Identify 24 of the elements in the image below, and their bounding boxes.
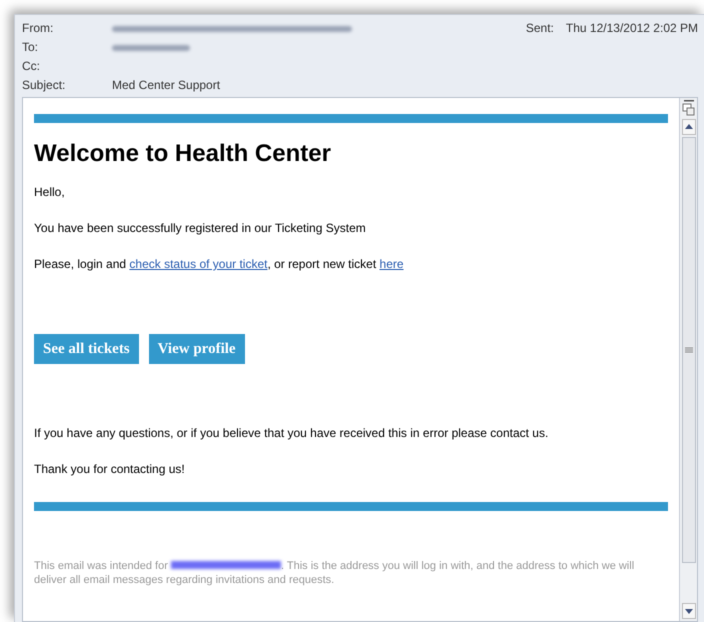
grip-icon (684, 347, 692, 353)
greeting-text: Hello, (34, 184, 66, 201)
thanks-text: Thank you for contacting us! (34, 461, 186, 478)
subject-text: Med Center Support (112, 77, 222, 94)
email-button[interactable]: View profile (148, 334, 245, 364)
sent-date: Thu 12/13/2012 2:02 PM (566, 20, 698, 37)
scroll-down-icon[interactable] (682, 603, 696, 619)
footer-text: This email was intended for . This is the address you will log in with, and the address to which we will deliver all email messages regarding invitations and requests. (34, 559, 636, 587)
email-heading: Welcome to Health Center (34, 139, 332, 169)
sent-label: Sent: (526, 20, 554, 37)
to-label: To: (22, 39, 40, 56)
login-text: Please, login and check status of your ticket, or report new ticket here (34, 256, 405, 273)
scroll-thumb[interactable] (682, 137, 696, 563)
report-link[interactable]: here (380, 257, 404, 271)
scrollbar[interactable] (679, 98, 697, 621)
cc-label: Cc: (22, 58, 41, 75)
subject-label: Subject: (22, 77, 66, 94)
mini-toolbar-icon[interactable] (682, 100, 696, 116)
registration-text: You have been successfully registered in our Ticketing System (34, 220, 367, 237)
status-link[interactable]: check status of your ticket (129, 257, 268, 271)
from-label: From: (22, 20, 54, 37)
questions-text: If you have any questions, or if you believe that you have received this in error please contact us. (34, 425, 550, 442)
email-button[interactable]: See all tickets (34, 334, 139, 364)
scroll-up-icon[interactable] (682, 119, 696, 135)
